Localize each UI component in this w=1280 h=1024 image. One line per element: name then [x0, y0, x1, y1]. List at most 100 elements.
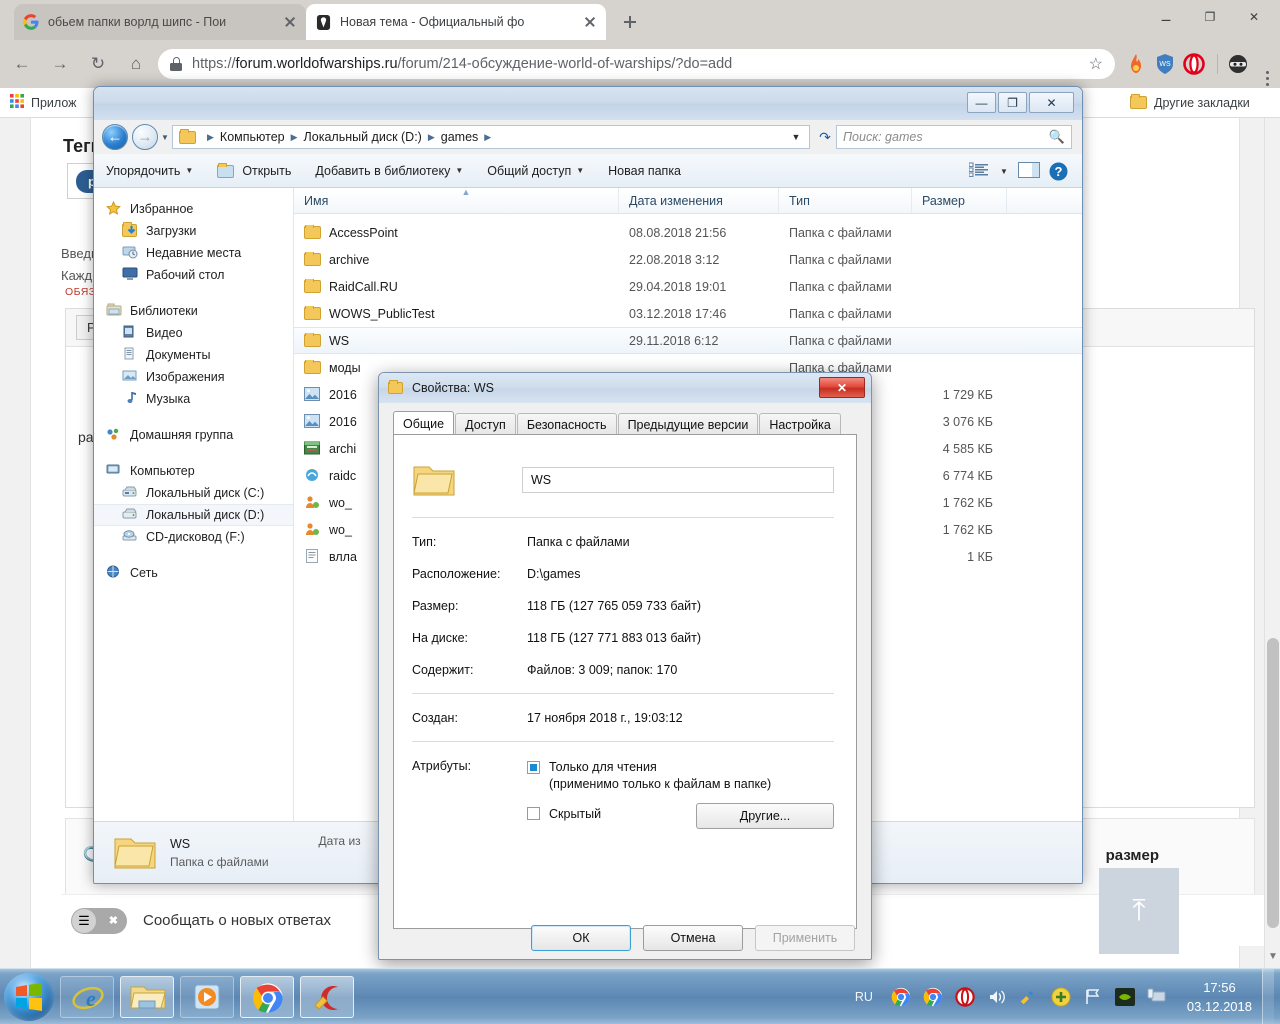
page-scrollbar[interactable]: ▼: [1264, 118, 1280, 968]
scroll-to-top-button[interactable]: ⤒: [1099, 868, 1179, 954]
address-bar[interactable]: https://forum.worldofwarships.ru/forum/2…: [158, 49, 1115, 79]
add-to-library-button[interactable]: Добавить в библиотеку ▼: [303, 154, 475, 187]
nav-item-homegroup[interactable]: Домашняя группа: [94, 424, 293, 446]
maximize-button[interactable]: ❐: [1188, 2, 1232, 32]
explorer-maximize-button[interactable]: ❐: [998, 92, 1027, 113]
organize-button[interactable]: Упорядочить ▼: [94, 154, 205, 187]
address-dropdown-icon[interactable]: ▼: [787, 132, 805, 142]
flame-icon[interactable]: [1123, 51, 1149, 77]
back-button[interactable]: ←: [6, 48, 38, 80]
reload-button[interactable]: ↻: [82, 48, 114, 80]
bookmark-star-icon[interactable]: ☆: [1089, 54, 1103, 74]
nav-item-downloads[interactable]: Загрузки: [94, 220, 293, 242]
breadcrumb-item-1[interactable]: Локальный диск (D:): [301, 130, 425, 144]
tab-security[interactable]: Безопасность: [516, 413, 617, 435]
scroll-down-arrow-icon[interactable]: ▼: [1268, 951, 1278, 962]
forward-button[interactable]: →: [132, 124, 158, 150]
table-row[interactable]: RaidCall.RU 29.04.2018 19:01 Папка с фай…: [294, 273, 1082, 300]
nav-item-local-disk-d[interactable]: Локальный диск (D:): [94, 504, 293, 526]
new-tab-button[interactable]: [616, 8, 644, 36]
column-header-name[interactable]: Имя: [294, 188, 619, 213]
taskbar-app-ccleaner[interactable]: [300, 975, 354, 1018]
network-icon[interactable]: [1144, 984, 1170, 1010]
refresh-icon[interactable]: ↷: [814, 129, 836, 146]
search-input[interactable]: Поиск: games: [843, 130, 1049, 144]
flag-icon[interactable]: [1080, 984, 1106, 1010]
new-folder-button[interactable]: Новая папка: [596, 154, 693, 187]
nav-item-network[interactable]: Сеть: [94, 562, 293, 584]
other-bookmarks[interactable]: Другие закладки: [1130, 94, 1250, 110]
address-breadcrumb-bar[interactable]: ▶ Компьютер ▶ Локальный диск (D:) ▶ game…: [172, 125, 810, 149]
nav-item-music[interactable]: Музыка: [94, 388, 293, 410]
notify-toggle[interactable]: ☰ ✖: [71, 907, 127, 934]
view-caret-icon[interactable]: ▼: [996, 160, 1012, 182]
explorer-close-button[interactable]: ✕: [1029, 92, 1074, 113]
nav-item-local-disk-c[interactable]: Локальный диск (C:): [94, 482, 293, 504]
back-button[interactable]: ←: [102, 124, 128, 150]
column-header-date[interactable]: Дата изменения: [619, 188, 779, 213]
properties-title-bar[interactable]: Свойства: WS ✕: [379, 373, 871, 403]
close-button[interactable]: ✕: [819, 377, 865, 398]
ws-icon[interactable]: WS: [1152, 51, 1178, 77]
nav-item-computer[interactable]: Компьютер: [94, 460, 293, 482]
scrollbar-thumb[interactable]: [1267, 638, 1279, 928]
tab-previous-versions[interactable]: Предыдущие версии: [617, 413, 759, 435]
breadcrumb-item-2[interactable]: games: [438, 130, 482, 144]
nav-item-video[interactable]: Видео: [94, 322, 293, 344]
other-attributes-button[interactable]: Другие...: [696, 803, 834, 829]
close-icon[interactable]: [282, 14, 298, 30]
browser-tab-1[interactable]: обьем папки ворлд шипс - Пои: [14, 4, 306, 40]
close-icon[interactable]: [582, 14, 598, 30]
explorer-minimize-button[interactable]: —: [967, 92, 996, 113]
column-header-size[interactable]: Размер: [912, 188, 1007, 213]
chrome-icon[interactable]: [888, 984, 914, 1010]
folder-properties-dialog[interactable]: Свойства: WS ✕ Общие Доступ Безопасность…: [378, 372, 872, 960]
nvidia-icon[interactable]: [1112, 984, 1138, 1010]
tab-general[interactable]: Общие: [393, 411, 455, 435]
tray-language-indicator[interactable]: RU: [855, 990, 873, 1004]
taskbar-app-internet-explorer[interactable]: e: [60, 975, 114, 1018]
apps-bookmark[interactable]: Прилож: [10, 94, 77, 111]
tab-sharing[interactable]: Доступ: [455, 413, 516, 435]
view-list-icon[interactable]: [966, 160, 992, 182]
explorer-title-bar[interactable]: — ❐ ✕: [94, 87, 1082, 120]
nav-item-documents[interactable]: Документы: [94, 344, 293, 366]
start-orb-icon[interactable]: [4, 972, 54, 1021]
table-row[interactable]: AccessPoint 08.08.2018 21:56 Папка с фай…: [294, 219, 1082, 246]
preview-pane-icon[interactable]: [1016, 160, 1042, 182]
ccleaner-icon[interactable]: [1016, 984, 1042, 1010]
tab-customize[interactable]: Настройка: [759, 413, 841, 435]
breadcrumb-item-0[interactable]: Компьютер: [217, 130, 288, 144]
folder-name-input[interactable]: WS: [522, 467, 834, 493]
browser-tab-2[interactable]: Новая тема - Официальный фо: [306, 4, 606, 40]
nav-item-pictures[interactable]: Изображения: [94, 366, 293, 388]
open-button[interactable]: Открыть: [205, 154, 303, 187]
nav-item-recent-places[interactable]: Недавние места: [94, 242, 293, 264]
search-box[interactable]: Поиск: games 🔍: [836, 125, 1072, 149]
taskbar-app-media-player[interactable]: [180, 975, 234, 1018]
nav-item-desktop[interactable]: Рабочий стол: [94, 264, 293, 286]
nav-item-cd-drive-f[interactable]: CD-дисковод (F:): [94, 526, 293, 548]
home-button[interactable]: ⌂: [120, 48, 152, 80]
cancel-button[interactable]: Отмена: [643, 925, 743, 951]
chrome-icon[interactable]: [920, 984, 946, 1010]
forward-button[interactable]: →: [44, 48, 76, 80]
help-icon[interactable]: ?: [1046, 160, 1072, 182]
taskbar-app-chrome[interactable]: [240, 975, 294, 1018]
recent-pages-caret-icon[interactable]: ▼: [158, 133, 172, 142]
show-desktop-button[interactable]: [1262, 969, 1274, 1024]
ninja-avatar-icon[interactable]: [1225, 51, 1251, 77]
update-icon[interactable]: [1048, 984, 1074, 1010]
ok-button[interactable]: ОК: [531, 925, 631, 951]
nav-item-favorites[interactable]: Избранное: [94, 198, 293, 220]
table-row[interactable]: archive 22.08.2018 3:12 Папка с файлами: [294, 246, 1082, 273]
hidden-checkbox[interactable]: [527, 807, 540, 820]
readonly-checkbox[interactable]: [527, 761, 540, 774]
minimize-button[interactable]: ⚊: [1144, 2, 1188, 32]
table-row[interactable]: WS 29.11.2018 6:12 Папка с файлами: [294, 327, 1082, 354]
share-button[interactable]: Общий доступ ▼: [475, 154, 596, 187]
table-row[interactable]: WOWS_PublicTest 03.12.2018 17:46 Папка с…: [294, 300, 1082, 327]
nav-item-libraries[interactable]: Библиотеки: [94, 300, 293, 322]
close-window-button[interactable]: ✕: [1232, 2, 1276, 32]
opera-icon[interactable]: [952, 984, 978, 1010]
